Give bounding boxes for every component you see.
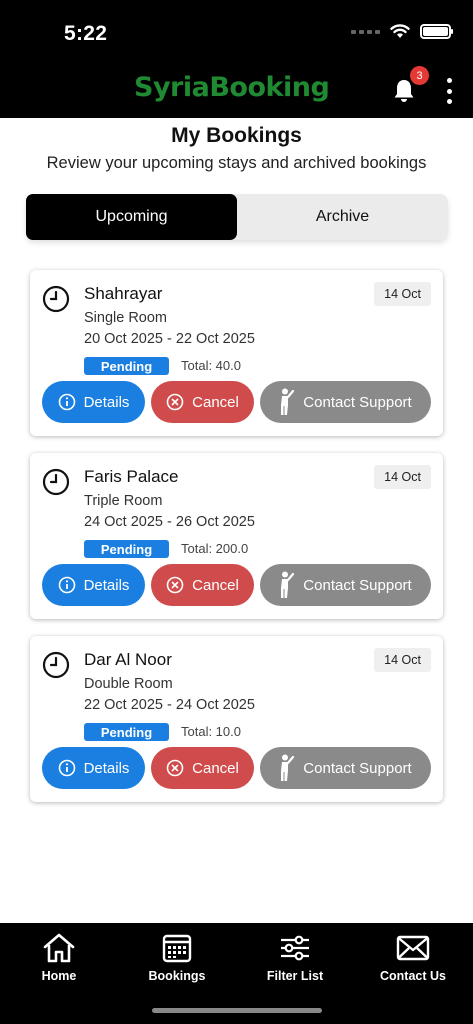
room-type: Double Room (84, 676, 173, 692)
details-button-label: Details (83, 393, 130, 411)
clock-icon (42, 468, 70, 496)
nav-home[interactable]: Home (4, 933, 114, 983)
cancel-circle-icon (166, 759, 184, 777)
nav-filter-list-label: Filter List (266, 969, 324, 983)
tab-upcoming[interactable]: Upcoming (26, 194, 237, 240)
person-support-icon (281, 754, 295, 781)
cancel-circle-icon (166, 393, 184, 411)
notification-badge: 3 (410, 66, 429, 85)
cancel-button[interactable]: Cancel (151, 381, 254, 423)
stay-dates: 24 Oct 2025 - 26 Oct 2025 (84, 514, 255, 530)
nav-filter-list[interactable]: Filter List (240, 933, 350, 983)
nav-bookings-label: Bookings (148, 969, 206, 983)
sliders-icon (281, 935, 309, 961)
details-button-label: Details (83, 759, 130, 777)
clock-icon (42, 285, 70, 313)
page-title: My Bookings (171, 124, 302, 147)
calendar-icon (162, 934, 192, 963)
stay-dates: 20 Oct 2025 - 22 Oct 2025 (84, 331, 255, 347)
hotel-name: Faris Palace (84, 467, 179, 486)
mail-icon (396, 935, 430, 961)
hotel-name: Dar Al Noor (84, 650, 172, 669)
cancel-circle-icon (166, 576, 184, 594)
booking-card[interactable]: Dar Al Noor Double Room 22 Oct 2025 - 24 O… (30, 636, 443, 802)
info-icon (58, 759, 75, 777)
cancel-button[interactable]: Cancel (151, 747, 254, 789)
app-header: 5:22 SyriaBooking 3 (0, 0, 473, 118)
details-button[interactable]: Details (42, 564, 145, 606)
booking-total: Total: 10.0 (181, 724, 241, 739)
nav-contact-us-label: Contact Us (380, 969, 446, 983)
battery-icon (420, 24, 453, 39)
booking-total: Total: 200.0 (181, 541, 249, 556)
cancel-button-label: Cancel (192, 576, 239, 594)
nav-home-label: Home (41, 969, 77, 983)
booking-card[interactable]: Shahrayar Single Room 20 Oct 2025 - 22 Oct… (30, 270, 443, 436)
booking-date-chip: 14 Oct (374, 465, 431, 489)
page-subtitle: Review your upcoming stays and archived … (46, 154, 427, 172)
home-indicator (152, 1008, 322, 1013)
clock-icon (42, 651, 70, 679)
contact-support-button[interactable]: Contact Support (260, 564, 431, 606)
info-icon (58, 393, 75, 411)
details-button[interactable]: Details (42, 381, 145, 423)
status-time: 5:22 (64, 22, 108, 45)
details-button-label: Details (83, 576, 130, 594)
room-type: Single Room (84, 310, 168, 326)
status-badge: Pending (84, 723, 169, 741)
contact-support-button[interactable]: Contact Support (260, 381, 431, 423)
contact-support-button-label: Contact Support (303, 759, 412, 777)
person-support-icon (281, 388, 295, 415)
contact-support-button-label: Contact Support (303, 393, 412, 411)
booking-date-chip: 14 Oct (374, 648, 431, 672)
tab-archive[interactable]: Archive (237, 194, 448, 240)
home-icon (43, 933, 75, 963)
stay-dates: 22 Oct 2025 - 24 Oct 2025 (84, 697, 255, 713)
contact-support-button-label: Contact Support (303, 576, 412, 594)
status-badge: Pending (84, 540, 169, 558)
more-menu-icon[interactable] (442, 78, 456, 104)
cellular-signal-icon (351, 29, 380, 34)
wifi-icon (390, 24, 410, 38)
cancel-button-label: Cancel (192, 393, 239, 411)
contact-support-button[interactable]: Contact Support (260, 747, 431, 789)
nav-contact-us[interactable]: Contact Us (358, 933, 468, 983)
room-type: Triple Room (84, 493, 163, 509)
booking-total: Total: 40.0 (181, 358, 241, 373)
person-support-icon (281, 571, 295, 598)
nav-bookings[interactable]: Bookings (122, 933, 232, 983)
status-icons (351, 24, 453, 39)
details-button[interactable]: Details (42, 747, 145, 789)
brand-logo: SyriaBooking (134, 72, 330, 103)
hotel-name: Shahrayar (84, 284, 163, 303)
status-badge: Pending (84, 357, 169, 375)
cancel-button[interactable]: Cancel (151, 564, 254, 606)
booking-date-chip: 14 Oct (374, 282, 431, 306)
booking-card[interactable]: Faris Palace Triple Room 24 Oct 2025 - 26 … (30, 453, 443, 619)
bookings-tabs: Upcoming Archive (26, 194, 448, 240)
cancel-button-label: Cancel (192, 759, 239, 777)
info-icon (58, 576, 75, 594)
